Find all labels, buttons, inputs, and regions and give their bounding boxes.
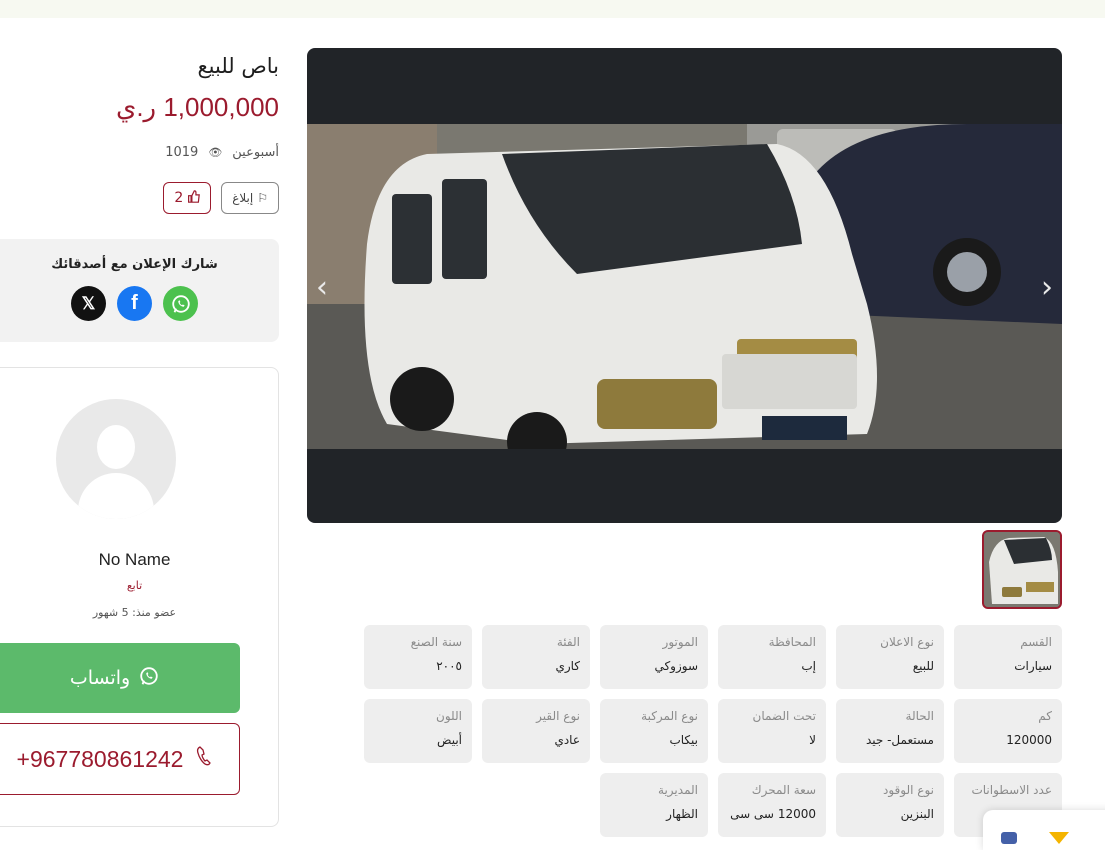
share-icons: 𝕏 f: [0, 286, 279, 321]
detail-item: الموتور سوزوكي: [600, 625, 708, 689]
detail-item: المديرية الظهار: [600, 773, 708, 837]
detail-item: سعة المحرك 12000 سى سى: [718, 773, 826, 837]
detail-item: الفئة كاري: [482, 625, 590, 689]
chevron-left-icon[interactable]: ‹: [316, 270, 328, 305]
vehicle-photo: [307, 124, 1062, 449]
eye-icon: 👁: [208, 146, 223, 159]
member-since: عضو منذ: 5 شهور: [92, 606, 177, 619]
flag-icon: ⚐: [257, 191, 268, 205]
share-title: شارك الإعلان مع أصدقائك: [51, 257, 218, 272]
floating-widget[interactable]: [983, 810, 1105, 850]
avatar: [56, 399, 176, 519]
whatsapp-icon: [138, 665, 160, 692]
detail-item: تحت الضمان لا: [718, 699, 826, 763]
image-gallery: ‹ ›: [307, 48, 1062, 523]
funnel-icon: [1049, 832, 1069, 844]
chevron-right-icon[interactable]: ›: [1041, 270, 1053, 305]
top-bar: [0, 0, 1105, 18]
seller-type: تابع: [126, 579, 143, 592]
whatsapp-label: واتساب: [69, 667, 131, 689]
whatsapp-icon[interactable]: [163, 286, 198, 321]
seller-name[interactable]: No Name: [0, 550, 278, 570]
phone-number: +967780861242: [16, 745, 184, 772]
chat-icon: [1001, 832, 1017, 844]
like-button[interactable]: 2: [163, 182, 212, 214]
detail-item: كم 120000: [954, 699, 1062, 763]
posted-time: أسبوعين: [232, 145, 279, 160]
detail-item: المحافظة إب: [718, 625, 826, 689]
x-icon[interactable]: 𝕏: [71, 286, 106, 321]
detail-item: نوع المركبة بيكاب: [600, 699, 708, 763]
view-count: 1019: [165, 145, 199, 160]
listing-title: باص للبيع: [197, 54, 279, 78]
detail-item: الحالة مستعمل- جيد: [836, 699, 944, 763]
detail-item: سنة الصنع ٢٠٠٥: [364, 625, 472, 689]
like-count: 2: [174, 190, 184, 206]
share-box: شارك الإعلان مع أصدقائك 𝕏 f: [0, 239, 279, 342]
phone-contact-button[interactable]: +967780861242: [0, 723, 240, 795]
listing-actions: ⚐ إبلاغ 2: [163, 182, 279, 214]
report-label: إبلاغ: [232, 191, 254, 205]
detail-item: القسم سيارات: [954, 625, 1062, 689]
detail-item: نوع الاعلان للبيع: [836, 625, 944, 689]
listing-meta: أسبوعين 👁 1019: [165, 145, 279, 160]
listing-price: 1,000,000 ر.ي: [115, 92, 279, 122]
gallery-thumbnail[interactable]: [982, 530, 1062, 609]
thumbs-up-icon: [187, 189, 201, 207]
whatsapp-contact-button[interactable]: واتساب: [0, 643, 240, 713]
detail-item: اللون أبيض: [364, 699, 472, 763]
report-button[interactable]: ⚐ إبلاغ: [221, 182, 279, 214]
detail-item: نوع القير عادي: [482, 699, 590, 763]
phone-icon: [195, 745, 213, 773]
facebook-icon[interactable]: f: [117, 286, 152, 321]
detail-item: نوع الوقود البنزين: [836, 773, 944, 837]
